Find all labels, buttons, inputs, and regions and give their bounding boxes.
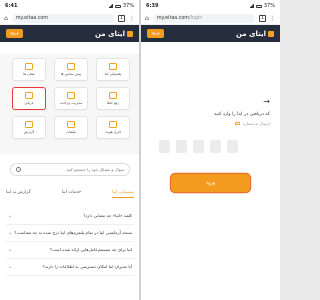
site-header: ورود ایتای من (141, 25, 280, 42)
url-path: /login (188, 15, 203, 21)
ads-icon (67, 121, 75, 128)
brand-name: ایتای من (236, 29, 266, 38)
report-icon (25, 121, 33, 128)
menu-kebab-icon[interactable]: ⋮ (270, 15, 276, 22)
address-field[interactable]: my.eitaa.com (11, 13, 115, 23)
status-time: 6:39 (146, 3, 159, 9)
browser-url-bar: ⌂ my.eitaa.com/login 1 ⋮ (141, 12, 280, 25)
faq-item[interactable]: ⌄ کلمه «ایتا» چه معنایی دارد؟ (6, 208, 134, 225)
logo-mark-icon (268, 30, 274, 37)
tabs-count-button[interactable]: 1 (118, 14, 125, 22)
faq-question: ایتا برای چه سیستم‌عامل‌هایی ارائه شده ا… (49, 247, 132, 252)
signal-icon (248, 4, 254, 8)
tile-identity[interactable]: احراز هویت (96, 116, 130, 139)
search-icon[interactable] (16, 167, 21, 172)
faq-item[interactable]: ⌄ آیا مدیران ایتا امکان دسترسی به اطلاعات… (6, 259, 134, 276)
edit-number-icon[interactable] (234, 122, 240, 125)
status-bar: 6:41 37% (0, 0, 139, 12)
tab-report[interactable]: گزارش به ایتا (6, 190, 31, 198)
tile-badges[interactable]: نشان ها (12, 58, 46, 81)
restore-icon (25, 92, 33, 99)
signal-icon (107, 4, 113, 8)
code-digit-field[interactable] (159, 140, 170, 153)
code-digit-field[interactable] (227, 140, 238, 153)
tile-label: پیش نمایش ها (60, 72, 82, 76)
menu-kebab-icon[interactable]: ⋮ (129, 15, 135, 22)
browser-url-bar: ⌂ my.eitaa.com 1 ⋮ (0, 12, 139, 25)
phone-left: 6:41 37% ⌂ my.eitaa.com 1 ⋮ ورود ایتای م… (0, 0, 139, 300)
faq-item[interactable]: ⌄ ایتا برای چه سیستم‌عامل‌هایی ارائه شده … (6, 242, 134, 259)
faq-tabs: پشتیبانی ایتا خدمات ایتا گزارش به ایتا (6, 190, 134, 198)
id-card-icon (109, 121, 117, 128)
badge-icon (25, 63, 33, 70)
site-header: ورود ایتای من (0, 25, 139, 42)
home-icon[interactable]: ⌂ (4, 15, 8, 22)
tile-label: مدیریت پرداخت (59, 101, 83, 105)
login-button[interactable]: ورود (147, 29, 164, 38)
url-text: my.eitaa.com (156, 15, 189, 21)
chevron-down-icon: ⌄ (8, 230, 13, 236)
search-input[interactable] (25, 167, 124, 172)
tabs-count-button[interactable]: 1 (259, 14, 266, 22)
chevron-down-icon: ⌄ (8, 247, 13, 253)
logo-mark-icon (127, 30, 133, 37)
tile-payment[interactable]: مدیریت پرداخت (54, 87, 88, 110)
battery-icon (255, 4, 262, 8)
wrench-icon (109, 92, 117, 99)
faq-question: کلمه «ایتا» چه معنایی دارد؟ (83, 213, 132, 218)
chevron-down-icon: ⌄ (8, 213, 13, 219)
tile-report[interactable]: گزارش (12, 116, 46, 139)
login-button[interactable]: ورود (6, 29, 23, 38)
tile-fix[interactable]: رفع خطا (96, 87, 130, 110)
brand-logo[interactable]: ایتای من (95, 30, 133, 38)
code-prompt-title: کد دریافتی در ایتا را وارد کنید (214, 112, 270, 117)
preview-icon (67, 63, 75, 70)
services-grid: پشتیبانی ایتا پیش نمایش ها نشان ها رفع خ… (8, 58, 130, 139)
otp-code-inputs (159, 140, 238, 153)
code-digit-field[interactable] (176, 140, 187, 153)
address-field[interactable]: my.eitaa.com/login (152, 13, 256, 23)
battery-percent: 37% (263, 3, 275, 9)
phone-right: 6:39 37% ⌂ my.eitaa.com/login 1 ⋮ ورود ا… (141, 0, 280, 300)
tile-label: رفع خطا (106, 101, 120, 105)
support-icon (109, 63, 117, 70)
tile-label: تبلیغات (66, 130, 76, 134)
status-icons: 37% (107, 3, 134, 9)
payment-icon (67, 92, 75, 99)
faq-question: آیا مدیران ایتا امکان دسترسی به اطلاعات … (42, 264, 132, 269)
code-digit-field[interactable] (193, 140, 204, 153)
faq-item[interactable]: ⌄ نسخه آزمایشی ایتا در تمام پلتفرم‌های ای… (6, 225, 134, 242)
brand-logo[interactable]: ایتای من (236, 30, 274, 38)
status-icons: 37% (248, 3, 275, 9)
tile-preview[interactable]: پیش نمایش ها (54, 58, 88, 81)
tile-label: پشتیبانی ایتا (104, 72, 122, 76)
code-prompt-subtitle: ارسال به شماره (234, 121, 270, 126)
faq-question: نسخه آزمایشی ایتا در تمام پلتفرم‌های ایت… (14, 230, 132, 235)
status-bar: 6:39 37% (141, 0, 280, 12)
battery-icon (114, 4, 121, 8)
battery-percent: 37% (122, 3, 134, 9)
code-digit-field[interactable] (210, 140, 221, 153)
tile-label: بازیابی (24, 101, 34, 105)
home-icon[interactable]: ⌂ (145, 15, 149, 22)
back-arrow-icon[interactable]: → (263, 97, 270, 106)
tab-support[interactable]: پشتیبانی ایتا (112, 190, 134, 198)
tab-services[interactable]: خدمات ایتا (62, 190, 81, 198)
tile-support[interactable]: پشتیبانی ایتا (96, 58, 130, 81)
status-time: 6:41 (5, 3, 18, 9)
faq-list: ⌄ کلمه «ایتا» چه معنایی دارد؟ ⌄ نسخه آزمای… (6, 208, 134, 276)
faq-search (10, 163, 130, 176)
tile-label: نشان ها (23, 72, 35, 76)
tile-restore[interactable]: بازیابی (12, 87, 46, 110)
submit-code-button[interactable]: ورود (171, 174, 250, 192)
tile-label: گزارش (23, 130, 35, 134)
tile-ads[interactable]: تبلیغات (54, 116, 88, 139)
sent-to-label: ارسال به شماره (242, 121, 270, 126)
brand-name: ایتای من (95, 29, 125, 38)
tile-label: احراز هویت (104, 130, 122, 134)
url-text: my.eitaa.com (15, 15, 48, 21)
chevron-down-icon: ⌄ (8, 264, 13, 270)
